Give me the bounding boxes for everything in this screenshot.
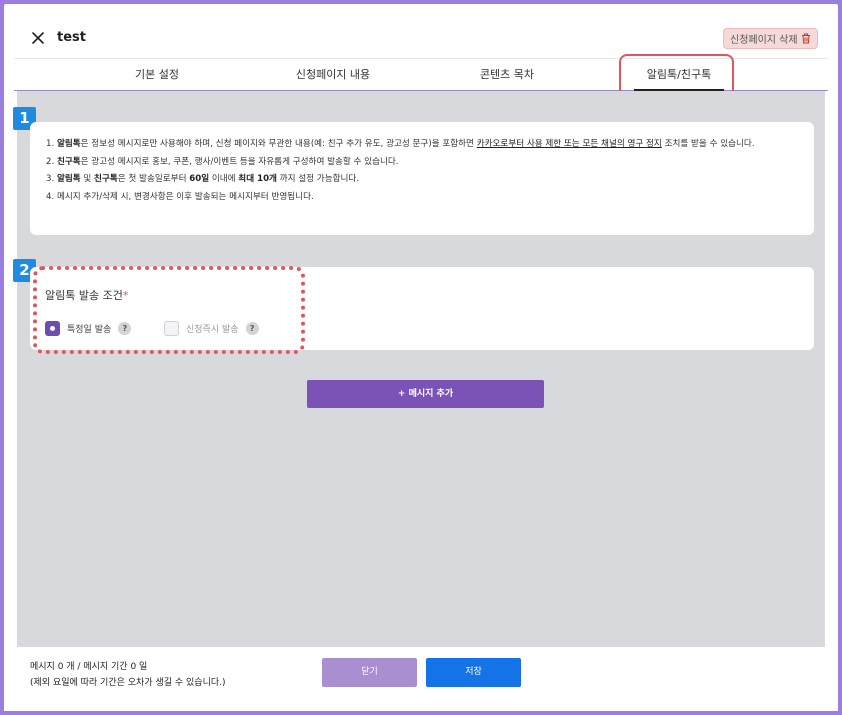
- notice-line-2: 2. 친구톡은 광고성 메시지로 홍보, 쿠폰, 행사/이벤트 등을 자유롭게 …: [46, 156, 399, 167]
- delete-page-label: 신청페이지 삭제: [730, 35, 798, 46]
- period-note-text: (제외 요일에 따라 기간은 오차가 생길 수 있습니다.): [30, 678, 226, 688]
- message-count-text: 메시지 0 개 / 메시지 기간 0 일: [30, 662, 148, 672]
- tab-page-content[interactable]: 신청페이지 내용: [278, 59, 388, 91]
- page-title: test: [57, 30, 86, 45]
- modal-window: test 신청페이지 삭제 기본 설정 신청페이지 내용 콘텐츠 목차 알림톡/…: [4, 4, 838, 711]
- save-button[interactable]: 저장: [426, 658, 521, 687]
- option-specific-date[interactable]: 특정일 발송 ?: [45, 321, 132, 336]
- send-condition-panel: 알림톡 발송 조건* 특정일 발송 ? 신청즉시 발송 ?: [30, 267, 814, 350]
- notice-line-4: 4. 메시지 추가/삭제 시, 변경사항은 이후 발송되는 메시지부터 반영됩니…: [46, 191, 314, 202]
- checkbox-unchecked[interactable]: [164, 321, 179, 336]
- help-icon[interactable]: ?: [245, 322, 259, 335]
- trash-icon: [801, 33, 810, 44]
- message-summary: 메시지 0 개 / 메시지 기간 0 일 (제외 요일에 따라 기간은 오차가 …: [30, 659, 226, 691]
- tab-basic-settings[interactable]: 기본 설정: [112, 59, 202, 91]
- notice-line-3: 3. 알림톡 및 친구톡은 첫 발송일로부터 60일 이내에 최대 10개 까지…: [46, 174, 360, 184]
- option-immediate[interactable]: 신청즉시 발송 ?: [164, 321, 259, 336]
- close-button[interactable]: 닫기: [322, 658, 417, 687]
- option-specific-date-label: 특정일 발송: [67, 325, 112, 335]
- close-icon[interactable]: [30, 30, 46, 46]
- modal-header: test 신청페이지 삭제: [4, 4, 838, 62]
- modal-footer: 메시지 0 개 / 메시지 기간 0 일 (제외 요일에 따라 기간은 오차가 …: [4, 647, 838, 711]
- required-mark: *: [122, 289, 129, 302]
- add-message-button[interactable]: + 메시지 추가: [307, 380, 544, 408]
- option-immediate-label: 신청즉시 발송: [186, 325, 239, 335]
- main-content: 1 1. 알림톡은 정보성 메시지로만 사용해야 하며, 신청 페이지와 무관한…: [13, 91, 825, 651]
- delete-page-button[interactable]: 신청페이지 삭제: [723, 28, 818, 49]
- help-icon[interactable]: ?: [118, 322, 132, 335]
- checkbox-checked[interactable]: [45, 321, 60, 336]
- tab-contents-toc[interactable]: 콘텐츠 목차: [462, 59, 552, 91]
- send-condition-label: 알림톡 발송 조건*: [45, 289, 129, 302]
- tab-bar: 기본 설정 신청페이지 내용 콘텐츠 목차 알림톡/친구톡: [14, 58, 828, 91]
- notice-box: 1. 알림톡은 정보성 메시지로만 사용해야 하며, 신청 페이지와 무관한 내…: [30, 122, 814, 235]
- tab-alimtalk-friendtalk[interactable]: 알림톡/친구톡: [634, 59, 724, 91]
- notice-line-1: 1. 알림톡은 정보성 메시지로만 사용해야 하며, 신청 페이지와 무관한 내…: [46, 139, 755, 149]
